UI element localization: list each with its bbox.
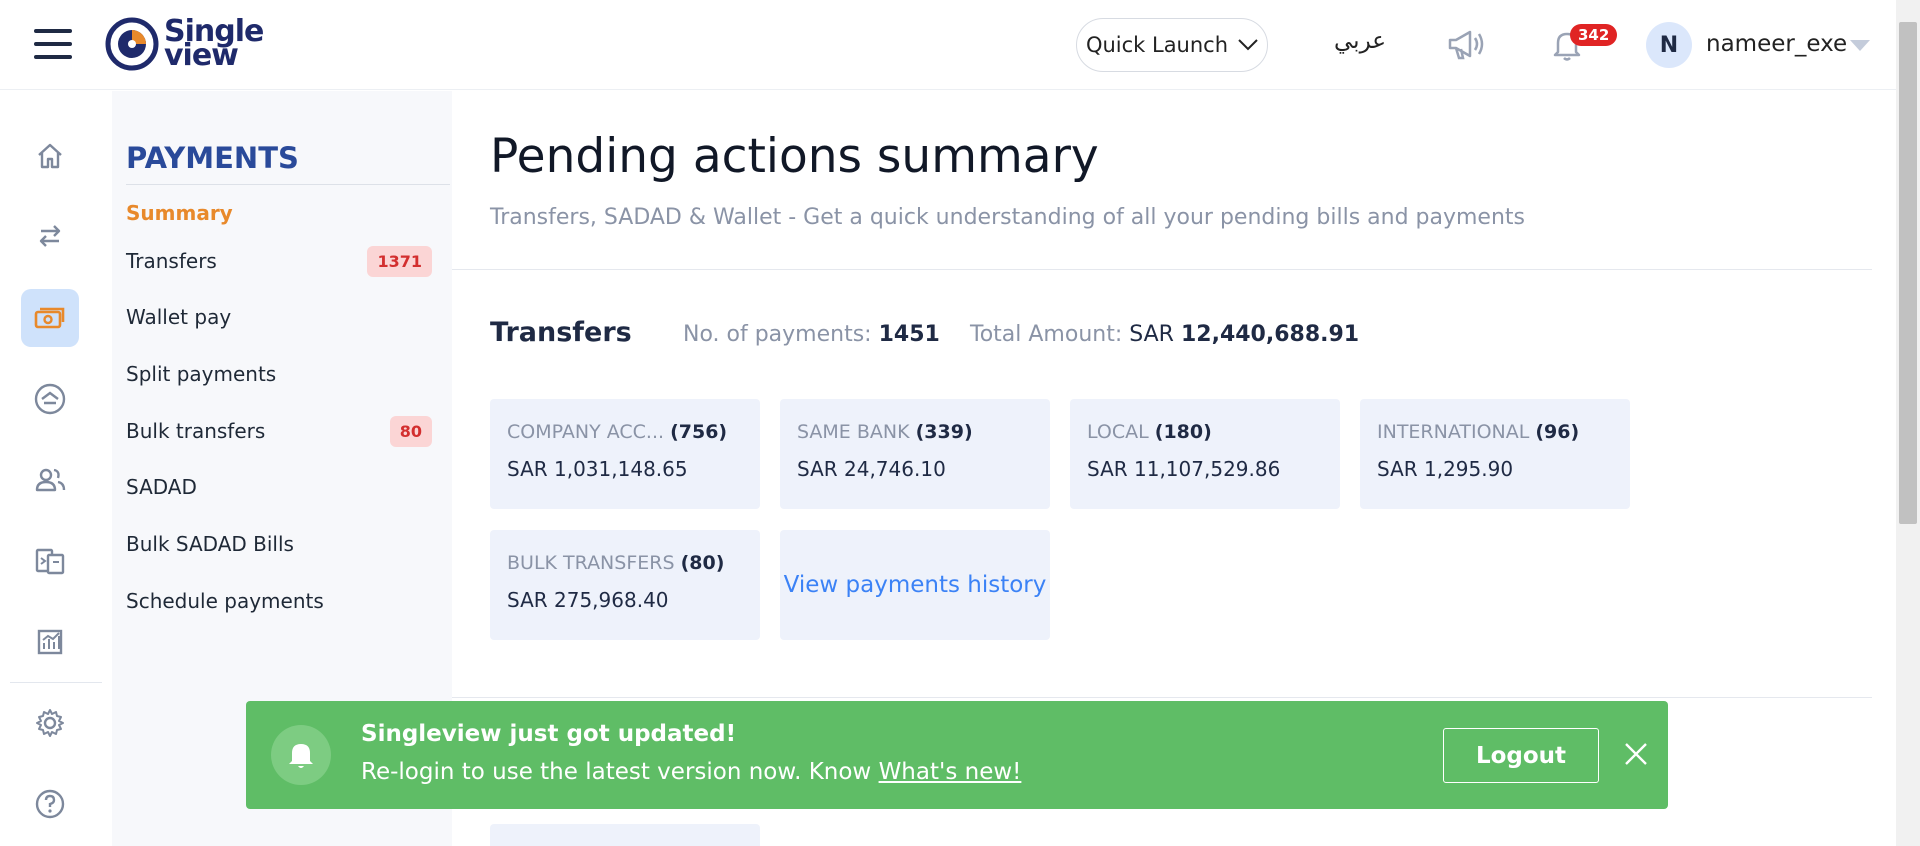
- subnav-item-label: Summary: [126, 201, 233, 225]
- close-icon[interactable]: [1621, 739, 1651, 769]
- total-amount-stat: Total Amount: SAR 12,440,688.91: [970, 322, 1359, 347]
- subnav-item-bulk-transfers[interactable]: Bulk transfers 80: [126, 413, 432, 449]
- total-amount-value: 12,440,688.91: [1180, 322, 1360, 347]
- card-name: INTERNATIONAL: [1377, 421, 1530, 443]
- card-amount: SAR 275,968.40: [507, 588, 669, 612]
- card-amount: SAR 24,746.10: [797, 457, 946, 481]
- users-icon[interactable]: [21, 451, 79, 509]
- username-label[interactable]: nameer_exe: [1706, 31, 1847, 57]
- subnav-divider: [126, 184, 450, 185]
- toast-message: Re-login to use the latest version now. …: [361, 759, 1021, 785]
- total-amount-label: Total Amount:: [970, 322, 1123, 347]
- card-head: INTERNATIONAL (96): [1377, 421, 1613, 443]
- toast-bell-icon: [271, 725, 331, 785]
- transfer-card-international[interactable]: INTERNATIONAL (96) SAR 1,295.90: [1360, 399, 1630, 509]
- card-amount: SAR 1,031,148.65: [507, 457, 688, 481]
- reports-icon[interactable]: [21, 613, 79, 671]
- subnav-item-split-payments[interactable]: Split payments: [126, 356, 432, 392]
- section-divider: [452, 697, 1872, 698]
- megaphone-icon[interactable]: [1446, 26, 1486, 62]
- card-count: (180): [1154, 421, 1212, 443]
- subnav-item-transfers[interactable]: Transfers 1371: [126, 243, 432, 279]
- payments-count-label: No. of payments:: [683, 322, 872, 347]
- avatar[interactable]: N: [1646, 22, 1692, 68]
- subnav-item-sadad[interactable]: SADAD: [126, 469, 432, 505]
- card-name: LOCAL: [1087, 421, 1149, 443]
- singleview-logo[interactable]: Single view: [104, 16, 264, 72]
- card-count: (339): [915, 421, 973, 443]
- subnav-item-summary[interactable]: Summary: [126, 195, 432, 231]
- card-name: COMPANY ACC...: [507, 421, 665, 443]
- payments-icon[interactable]: [21, 289, 79, 347]
- update-toast: Singleview just got updated! Re-login to…: [246, 701, 1668, 809]
- card-head: SAME BANK (339): [797, 421, 1033, 443]
- transfer-card-same-bank[interactable]: SAME BANK (339) SAR 24,746.10: [780, 399, 1050, 509]
- documents-icon[interactable]: [21, 532, 79, 590]
- subnav-item-label: Wallet pay: [126, 305, 232, 329]
- payments-count-value: 1451: [878, 322, 940, 347]
- payments-count-stat: No. of payments: 1451: [683, 322, 940, 347]
- next-section-card: [490, 824, 760, 846]
- subnav-item-label: Bulk transfers: [126, 419, 266, 443]
- subnav-item-wallet-pay[interactable]: Wallet pay: [126, 299, 432, 335]
- logo-wordmark: Single view: [164, 17, 264, 71]
- page-subtitle: Transfers, SADAD & Wallet - Get a quick …: [490, 205, 1525, 230]
- settings-icon[interactable]: [21, 694, 79, 752]
- subnav-item-label: Transfers: [126, 249, 217, 273]
- subnav-item-label: Bulk SADAD Bills: [126, 532, 294, 556]
- transfer-card-bulk-transfers[interactable]: BULK TRANSFERS (80) SAR 275,968.40: [490, 530, 760, 640]
- card-head: LOCAL (180): [1087, 421, 1323, 443]
- hamburger-menu-icon[interactable]: [34, 29, 72, 59]
- total-amount-currency: SAR: [1129, 322, 1174, 347]
- chevron-down-icon: [1238, 39, 1258, 51]
- scrollbar-thumb[interactable]: [1899, 22, 1917, 524]
- card-count: (756): [670, 421, 728, 443]
- logout-button[interactable]: Logout: [1443, 728, 1599, 783]
- subnav-title: PAYMENTS: [126, 141, 299, 175]
- card-count: (80): [680, 552, 725, 574]
- whats-new-link[interactable]: What's new!: [879, 759, 1022, 785]
- toast-title: Singleview just got updated!: [361, 721, 737, 747]
- view-payments-history-link[interactable]: View payments history: [780, 530, 1050, 640]
- sidebar-divider: [10, 682, 102, 683]
- card-head: BULK TRANSFERS (80): [507, 552, 743, 574]
- quick-launch-dropdown[interactable]: Quick Launch: [1076, 18, 1268, 72]
- subnav-item-label: Schedule payments: [126, 589, 324, 613]
- top-header: Single view Quick Launch عربي 342 N name…: [0, 0, 1896, 90]
- toast-message-text: Re-login to use the latest version now. …: [361, 759, 872, 785]
- card-count: (96): [1535, 421, 1580, 443]
- transfers-section-title: Transfers: [490, 317, 632, 348]
- user-menu-caret-icon[interactable]: [1850, 40, 1870, 51]
- quick-launch-label: Quick Launch: [1085, 33, 1229, 57]
- card-name: SAME BANK: [797, 421, 910, 443]
- transfer-arrows-icon[interactable]: [21, 207, 79, 265]
- subnav-item-bulk-sadad-bills[interactable]: Bulk SADAD Bills: [126, 526, 432, 562]
- home-icon[interactable]: [21, 127, 79, 185]
- transfer-card-local[interactable]: LOCAL (180) SAR 11,107,529.86: [1070, 399, 1340, 509]
- transfer-card-company-accounts[interactable]: COMPANY ACC... (756) SAR 1,031,148.65: [490, 399, 760, 509]
- page-scrollbar[interactable]: [1896, 0, 1920, 846]
- logo-mark-icon: [105, 17, 159, 71]
- count-badge: 80: [389, 415, 432, 447]
- page-title: Pending actions summary: [490, 129, 1099, 184]
- count-badge: 1371: [367, 245, 432, 277]
- icon-sidebar: [0, 91, 112, 846]
- subnav-item-label: Split payments: [126, 362, 277, 386]
- card-amount: SAR 11,107,529.86: [1087, 457, 1281, 481]
- card-amount: SAR 1,295.90: [1377, 457, 1514, 481]
- subnav-item-label: SADAD: [126, 475, 197, 499]
- language-toggle[interactable]: عربي: [1334, 28, 1386, 54]
- card-name: BULK TRANSFERS: [507, 552, 675, 574]
- notification-count-badge: 342: [1570, 24, 1618, 46]
- section-divider: [452, 269, 1872, 270]
- help-icon[interactable]: [21, 775, 79, 833]
- card-head: COMPANY ACC... (756): [507, 421, 743, 443]
- deposit-icon[interactable]: [21, 370, 79, 428]
- subnav-item-schedule-payments[interactable]: Schedule payments: [126, 583, 432, 619]
